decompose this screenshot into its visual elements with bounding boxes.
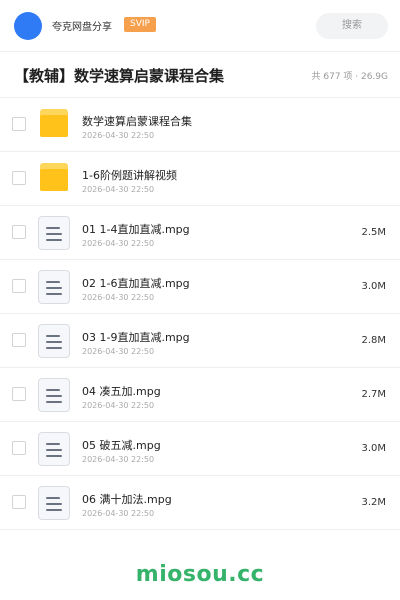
- video-file-icon: [38, 270, 70, 304]
- file-date: 2026-04-30 22:50: [82, 401, 155, 410]
- file-row[interactable]: 06 满十加法.mpg 2026-04-30 22:50 3.2M: [0, 476, 400, 530]
- folder-icon: [38, 162, 70, 196]
- file-row[interactable]: 03 1-9直加直减.mpg 2026-04-30 22:50 2.8M: [0, 314, 400, 368]
- file-name: 04 凑五加.mpg: [82, 385, 161, 398]
- file-date: 2026-04-30 22:50: [82, 347, 155, 356]
- watermark: miosou.cc: [135, 562, 265, 587]
- folder-icon: [38, 108, 70, 142]
- top-bar: 夸克网盘分享 SVIP 搜索: [0, 0, 400, 52]
- file-name: 01 1-4直加直减.mpg: [82, 223, 190, 236]
- file-size: 3.2M: [361, 497, 386, 508]
- file-date: 2026-04-30 22:50: [82, 509, 155, 518]
- file-size: 3.0M: [361, 443, 386, 454]
- file-date: 2026-04-30 22:50: [82, 131, 155, 140]
- file-checkbox[interactable]: [12, 225, 26, 239]
- file-size: 2.5M: [361, 227, 386, 238]
- file-checkbox[interactable]: [12, 495, 26, 509]
- file-size: 2.8M: [361, 335, 386, 346]
- file-checkbox[interactable]: [12, 387, 26, 401]
- file-size: 3.0M: [361, 281, 386, 292]
- file-checkbox[interactable]: [12, 441, 26, 455]
- page-title: 【教辅】数学速算启蒙课程合集: [14, 67, 225, 85]
- file-checkbox[interactable]: [12, 171, 26, 185]
- video-file-icon: [38, 324, 70, 358]
- file-list: 数学速算启蒙课程合集 2026-04-30 22:50 1-6阶例题讲解视频 2026…: [0, 98, 400, 530]
- video-file-icon: [38, 486, 70, 520]
- title-row: 【教辅】数学速算启蒙课程合集 共 677 项 · 26.9G: [0, 52, 400, 98]
- video-file-icon: [38, 216, 70, 250]
- file-date: 2026-04-30 22:50: [82, 293, 155, 302]
- file-size: 2.7M: [361, 389, 386, 400]
- file-checkbox[interactable]: [12, 117, 26, 131]
- file-name: 03 1-9直加直减.mpg: [82, 331, 190, 344]
- file-name: 数学速算启蒙课程合集: [82, 115, 192, 128]
- file-name: 1-6阶例题讲解视频: [82, 169, 177, 182]
- svip-badge: SVIP: [124, 17, 156, 32]
- item-summary: 共 677 项 · 26.9G: [311, 72, 389, 82]
- file-row[interactable]: 05 破五减.mpg 2026-04-30 22:50 3.0M: [0, 422, 400, 476]
- avatar[interactable]: [14, 12, 42, 40]
- file-date: 2026-04-30 22:50: [82, 455, 155, 464]
- share-username: 夸克网盘分享: [52, 22, 112, 33]
- file-row[interactable]: 数学速算启蒙课程合集 2026-04-30 22:50: [0, 98, 400, 152]
- file-row[interactable]: 1-6阶例题讲解视频 2026-04-30 22:50: [0, 152, 400, 206]
- search-button[interactable]: 搜索: [316, 13, 388, 39]
- file-name: 06 满十加法.mpg: [82, 493, 172, 506]
- file-name: 05 破五减.mpg: [82, 439, 161, 452]
- file-row[interactable]: 02 1-6直加直减.mpg 2026-04-30 22:50 3.0M: [0, 260, 400, 314]
- file-checkbox[interactable]: [12, 279, 26, 293]
- file-row[interactable]: 01 1-4直加直减.mpg 2026-04-30 22:50 2.5M: [0, 206, 400, 260]
- file-row[interactable]: 04 凑五加.mpg 2026-04-30 22:50 2.7M: [0, 368, 400, 422]
- file-name: 02 1-6直加直减.mpg: [82, 277, 190, 290]
- video-file-icon: [38, 378, 70, 412]
- video-file-icon: [38, 432, 70, 466]
- file-checkbox[interactable]: [12, 333, 26, 347]
- file-date: 2026-04-30 22:50: [82, 239, 155, 248]
- file-date: 2026-04-30 22:50: [82, 185, 155, 194]
